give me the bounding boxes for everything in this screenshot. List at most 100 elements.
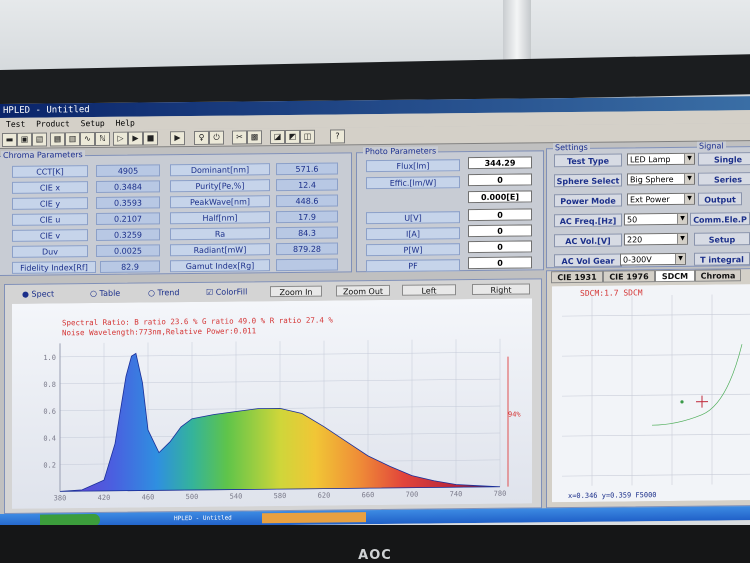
radio-trend-label: Trend [157, 288, 180, 298]
ac-freq-value: 50 [627, 215, 638, 225]
y-tick-label: 0.4 [43, 435, 56, 443]
pdf-icon[interactable]: ◪ [270, 130, 285, 145]
chevron-down-icon: ▼ [684, 153, 694, 164]
radio-spect[interactable]: ● Spect [22, 289, 54, 298]
radio-table[interactable]: ○ Table [90, 289, 120, 298]
effic-value: 0 [468, 173, 532, 187]
u-value: 0 [468, 208, 532, 222]
tab-chroma[interactable]: Chroma [695, 269, 741, 282]
chevron-down-icon: ▼ [684, 173, 694, 184]
x-tick-label: 740 [450, 490, 463, 498]
cie-u-label: CIE u [12, 213, 88, 226]
tab-cie-1931[interactable]: CIE 1931 [551, 270, 603, 284]
radio-trend[interactable]: ○ Trend [148, 288, 179, 297]
save-icon[interactable]: ▣ [17, 132, 32, 147]
pf-label: PF [366, 259, 460, 273]
signal-title: Signal [697, 141, 726, 151]
zoom-in-button[interactable]: Zoom In [270, 285, 322, 298]
tab-cie-1976[interactable]: CIE 1976 [603, 270, 655, 283]
menu-product[interactable]: Product [36, 119, 70, 128]
duv-label: Duv [12, 245, 88, 258]
dominant-label: Dominant[nm] [170, 163, 270, 177]
photo-title: Photo Parameters [363, 146, 439, 157]
purity-label: Purity[Pe,%] [170, 179, 270, 193]
x-tick-label: 780 [494, 490, 507, 498]
bulb-icon[interactable]: ♀ [194, 130, 209, 145]
data-icon[interactable]: ▦ [50, 132, 65, 147]
flux-label: Flux[lm] [366, 159, 460, 173]
y-tick-label: 1.0 [43, 354, 56, 362]
task-other[interactable] [262, 512, 366, 524]
cie-y-value: 0.3593 [96, 196, 160, 209]
settings-title: Settings [553, 142, 590, 153]
chevron-down-icon: ▼ [677, 213, 687, 224]
flux-value: 344.29 [468, 156, 532, 170]
x-tick-label: 620 [318, 492, 331, 500]
peakwave-value: 448.6 [276, 194, 338, 208]
test-type-value: LED Lamp [630, 154, 671, 165]
x-tick-label: 540 [230, 492, 243, 500]
stop-icon[interactable]: ■ [143, 131, 158, 146]
task-hpled[interactable]: HPLED - Untitled [170, 513, 258, 524]
output-button[interactable]: Output [698, 192, 742, 206]
menu-setup[interactable]: Setup [81, 119, 105, 128]
x-tick-label: 420 [98, 494, 111, 502]
x-tick-label: 700 [406, 491, 419, 499]
menu-test[interactable]: Test [6, 120, 25, 129]
sphere-select-label: Sphere Select [554, 173, 622, 188]
test-type-label: Test Type [554, 153, 622, 168]
series-button[interactable]: Series [698, 172, 750, 186]
rf-value: 82.9 [100, 260, 160, 273]
y-tick-label: 0.8 [43, 381, 56, 389]
radio-spect-label: Spect [31, 289, 55, 299]
nm-icon[interactable]: ℕ [95, 131, 110, 147]
rg-label: Gamut Index[Rg] [170, 259, 270, 273]
chart-icon[interactable]: ◩ [285, 129, 300, 145]
spectrum-icon[interactable]: ∿ [80, 132, 95, 147]
single-button[interactable]: Single [698, 152, 750, 166]
menu-help[interactable]: Help [116, 119, 135, 128]
left-button[interactable]: Left [402, 284, 456, 296]
colorfill-checkbox[interactable]: ☑ ColorFill [206, 287, 247, 296]
tools-icon[interactable]: ✂ [232, 130, 247, 145]
tab-sdcm[interactable]: SDCM [655, 269, 695, 283]
ac-vol-label: AC Vol.[V] [554, 233, 622, 248]
cie-x-label: CIE x [12, 181, 88, 194]
ac-vol-gear-label: AC Vol Gear [554, 253, 622, 268]
ac-freq-label: AC Freq.[Hz] [554, 213, 622, 228]
power-mode-select[interactable]: Ext Power ▼ [627, 192, 695, 206]
comm-button[interactable]: Comm.Ele.P [690, 212, 750, 226]
run-once-icon[interactable]: ▷ [113, 131, 128, 146]
chevron-down-icon: ▼ [675, 253, 685, 264]
help-icon[interactable]: ? [330, 129, 345, 144]
play-icon[interactable]: ▶ [170, 131, 185, 146]
x-tick-label: 380 [54, 494, 67, 502]
power-mode-label: Power Mode [554, 193, 622, 208]
radiant-label: Radiant[mW] [170, 243, 270, 257]
power-icon[interactable]: ⏻ [209, 130, 224, 145]
chevron-down-icon: ▼ [677, 233, 687, 244]
test-type-select[interactable]: LED Lamp ▼ [627, 152, 695, 166]
cie-x-value: 0.3484 [96, 180, 160, 193]
dominant-value: 571.6 [276, 162, 338, 176]
calc-icon[interactable]: ▩ [247, 130, 262, 145]
zoom-out-button[interactable]: Zoom Out [336, 284, 390, 297]
ac-vol-gear-value: 0-300V [623, 255, 652, 265]
table-icon[interactable]: ▥ [65, 132, 80, 147]
peakwave-label: PeakWave[nm] [170, 195, 270, 209]
i-value: 0 [468, 224, 532, 238]
report-icon[interactable]: ◫ [300, 129, 315, 144]
pf-value: 0 [468, 256, 532, 270]
cie-y-label: CIE y [12, 197, 88, 210]
right-button[interactable]: Right [472, 283, 530, 296]
setup-button[interactable]: Setup [694, 232, 750, 246]
sphere-select[interactable]: Big Sphere ▼ [627, 172, 695, 186]
ac-freq-select[interactable]: 50 ▼ [624, 212, 688, 226]
t-integral-button[interactable]: T integral [694, 252, 750, 266]
ac-vol-gear-select[interactable]: 0-300V ▼ [620, 252, 686, 266]
radio-table-label: Table [99, 288, 121, 298]
open-icon[interactable]: ▬ [2, 132, 17, 147]
run-icon[interactable]: ▶ [128, 131, 143, 146]
ac-vol-select[interactable]: 220 ▼ [624, 232, 688, 246]
print-icon[interactable]: ▤ [32, 132, 47, 147]
